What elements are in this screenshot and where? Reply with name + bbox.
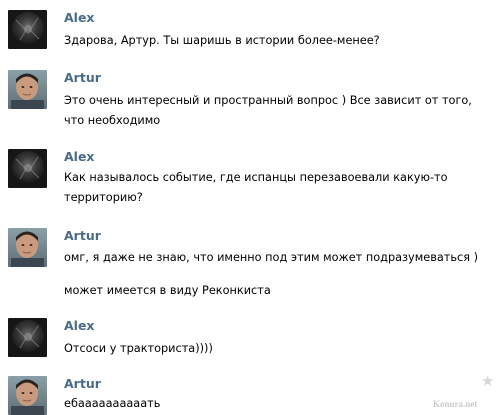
author-name[interactable]: Artur [64,228,101,244]
author-name[interactable]: Alex [64,149,95,165]
chat-history: Alex Здарова, Артур. Ты шаришь в истории… [0,0,496,415]
artur-photo-avatar [8,70,47,109]
watermark: Konura.net [433,399,478,409]
avatar[interactable] [8,70,47,109]
message-text: Отсоси у тракториста)))) [64,342,213,355]
avatar[interactable] [8,376,47,415]
author-name[interactable]: Artur [64,70,101,86]
avatar[interactable] [8,318,47,357]
author-name[interactable]: Alex [64,10,95,26]
message-text: может имеется в виду Реконкиста [64,284,271,297]
artur-photo-avatar [8,376,47,415]
avatar[interactable] [8,228,47,267]
author-name[interactable]: Artur [64,376,101,392]
message-text: Здарова, Артур. Ты шаришь в истории боле… [64,34,380,47]
alex-dark-avatar [8,149,47,188]
author-name[interactable]: Alex [64,318,95,334]
message-text: Как называлось событие, где испанцы пере… [64,171,448,204]
alex-dark-avatar [8,318,47,357]
avatar[interactable] [8,10,47,49]
avatar[interactable] [8,149,47,188]
alex-dark-avatar [8,10,47,49]
message-text: омг, я даже не знаю, что именно под этим… [64,251,479,264]
artur-photo-avatar [8,228,47,267]
star-icon[interactable]: ★ [481,374,494,389]
message-text: Это очень интересный и пространный вопро… [64,94,472,127]
message-text: ебаааааааааать [64,397,161,410]
